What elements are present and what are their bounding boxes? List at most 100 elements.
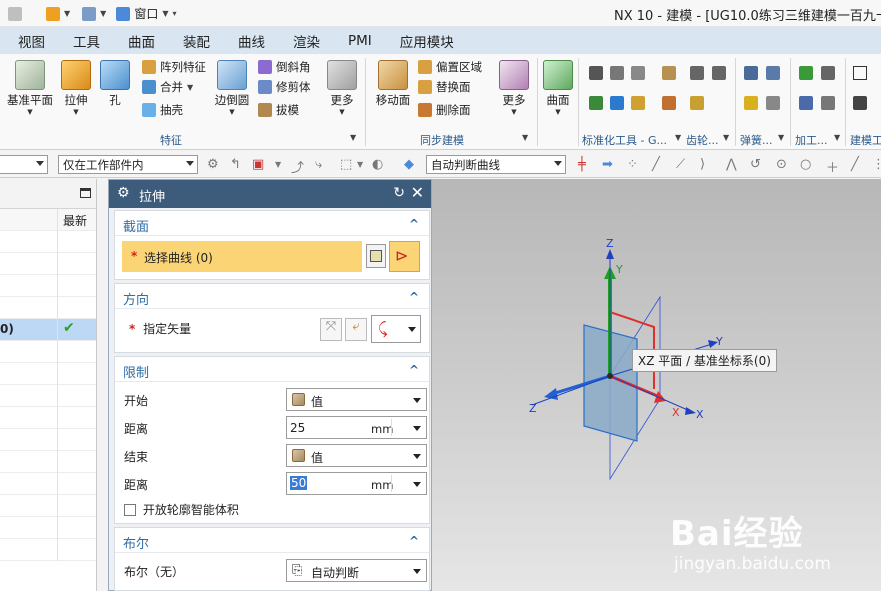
spring-tool-icon[interactable] (744, 96, 758, 110)
close-icon[interactable]: ✕ (411, 183, 424, 202)
machining-tool-icon[interactable] (821, 66, 835, 80)
std-tool-icon[interactable] (589, 66, 603, 80)
select-curve-field[interactable]: * 选择曲线 (0) (122, 241, 362, 272)
feature-icon[interactable]: ◐ (372, 157, 383, 172)
group-expand-icon[interactable]: ▼ (350, 133, 356, 142)
open-profile-checkbox[interactable] (124, 504, 136, 516)
window-icon[interactable] (116, 6, 131, 21)
offset-region-button[interactable]: 偏置区域 (418, 59, 482, 75)
navigator-row[interactable] (0, 297, 96, 319)
tab-view[interactable]: 视图 (18, 31, 45, 51)
shell-button[interactable]: 抽壳 (142, 102, 183, 118)
vector-type-select[interactable]: ⤹ (371, 315, 421, 343)
sketch-section-button[interactable] (366, 244, 386, 268)
edge-blend-button[interactable]: 边倒圆 ▼ (213, 60, 251, 116)
delete-face-button[interactable]: 删除面 (418, 102, 471, 118)
curve-rule-icon[interactable]: ⤴ (291, 157, 304, 176)
machining-tool-icon[interactable] (799, 66, 813, 80)
select-icon[interactable]: ↰ (230, 157, 241, 172)
bend-icon[interactable]: ⟩ (700, 157, 705, 172)
std-tool-icon[interactable] (610, 96, 624, 110)
replace-face-button[interactable]: 替换面 (418, 79, 471, 95)
collapse-icon[interactable]: ^ (409, 290, 419, 304)
datum-plane-button[interactable]: 基准平面 ▼ (6, 60, 54, 116)
tangent-icon[interactable]: ⟋ (676, 157, 685, 172)
gear-tool-icon[interactable] (690, 66, 704, 80)
navigator-row[interactable] (0, 517, 96, 539)
chevron-down-icon[interactable] (554, 161, 562, 166)
chevron-down-icon[interactable] (408, 327, 416, 332)
start-type-select[interactable]: 值 (286, 388, 427, 411)
curve-rule-select[interactable]: 自动判断曲线 (426, 155, 566, 174)
curve-button[interactable]: ⊳ (389, 241, 420, 272)
navigator-row[interactable] (0, 473, 96, 495)
rect-select-icon[interactable]: ⬚ (340, 157, 352, 172)
arrow-icon[interactable]: ➡ (602, 157, 613, 172)
collapse-icon[interactable]: ^ (409, 534, 419, 548)
collapse-icon[interactable]: ^ (409, 363, 419, 377)
std-tool-icon[interactable] (631, 66, 645, 80)
gear-tool-icon[interactable] (712, 66, 726, 80)
navigator-row[interactable] (0, 275, 96, 297)
group-expand-icon[interactable]: ▼ (723, 133, 729, 142)
circle-icon[interactable]: ○ (800, 157, 811, 172)
window-dropdown-icon[interactable]: ▼ (162, 9, 168, 18)
gear-tool-icon[interactable] (690, 96, 704, 110)
collapse-icon[interactable]: ^ (409, 217, 419, 231)
snap-icon[interactable]: ⚙ (207, 157, 219, 172)
endpoint-icon[interactable]: ╪ (578, 157, 586, 172)
trim-body-button[interactable]: 修剪体 (258, 79, 311, 95)
group-expand-icon[interactable]: ▼ (834, 133, 840, 142)
group-expand-icon[interactable]: ▼ (522, 133, 528, 142)
reset-icon[interactable]: ↻ (393, 185, 405, 201)
center-icon[interactable]: ⊙ (776, 157, 787, 172)
polyline-icon[interactable]: ⋀ (726, 157, 737, 172)
undo-dropdown-icon[interactable]: ▼ (100, 9, 106, 18)
navigator-row[interactable] (0, 231, 96, 253)
maximize-icon[interactable] (80, 188, 91, 198)
chevron-down-icon[interactable] (36, 161, 44, 166)
spring-tool-icon[interactable] (744, 66, 758, 80)
end-type-select[interactable]: 值 (286, 444, 427, 467)
end-distance-input[interactable]: 50 mm (286, 472, 427, 495)
chevron-down-icon[interactable] (413, 454, 421, 459)
group-expand-icon[interactable]: ▼ (778, 133, 784, 142)
chevron-down-icon[interactable]: ▼ (59, 108, 93, 116)
chevron-down-icon[interactable]: ▼ (323, 108, 361, 116)
navigator-row[interactable] (0, 253, 96, 275)
spring-tool-icon[interactable] (766, 96, 780, 110)
std-tool-icon[interactable] (610, 66, 624, 80)
navigator-row[interactable] (0, 539, 96, 561)
chevron-down-icon[interactable]: ▼ (541, 108, 575, 116)
tab-curve[interactable]: 曲线 (238, 31, 265, 51)
origin-point[interactable] (607, 373, 613, 379)
navigator-row[interactable] (0, 385, 96, 407)
extrude-button[interactable]: 拉伸 ▼ (59, 60, 93, 116)
navigator-row[interactable] (0, 363, 96, 385)
boolean-select[interactable]: ⎘ 自动判断 (286, 559, 427, 582)
chevron-down-icon[interactable] (413, 426, 421, 431)
tab-surface[interactable]: 曲面 (128, 31, 155, 51)
chevron-down-icon[interactable] (413, 482, 421, 487)
machining-tool-icon[interactable] (821, 96, 835, 110)
gear-icon[interactable]: ⚙ (117, 185, 130, 201)
navigator-row-selected[interactable]: 0) ✔ (0, 319, 96, 341)
spring-tool-icon[interactable] (766, 66, 780, 80)
hole-button[interactable]: 孔 (100, 60, 130, 108)
end-distance-value[interactable]: 50 (290, 476, 308, 490)
tab-application[interactable]: 应用模块 (400, 31, 454, 51)
window-menu[interactable]: 窗口 (134, 5, 158, 22)
chevron-down-icon[interactable] (413, 569, 421, 574)
chevron-down-icon[interactable]: ▼ (213, 108, 251, 116)
machining-tool-icon[interactable] (799, 96, 813, 110)
modeling-tool-icon[interactable] (853, 96, 867, 110)
draft-button[interactable]: 拔模 (258, 102, 299, 118)
pattern-feature-button[interactable]: 阵列特征 (142, 59, 206, 75)
navigator-row[interactable] (0, 451, 96, 473)
boolean-header[interactable]: 布尔 ^ (115, 528, 429, 553)
line-icon[interactable]: ╱ (652, 157, 660, 172)
reverse-direction-button[interactable]: ⤧ (320, 318, 342, 341)
chevron-down-icon[interactable] (186, 161, 194, 166)
navigator-row[interactable] (0, 495, 96, 517)
chamfer-button[interactable]: 倒斜角 (258, 59, 311, 75)
